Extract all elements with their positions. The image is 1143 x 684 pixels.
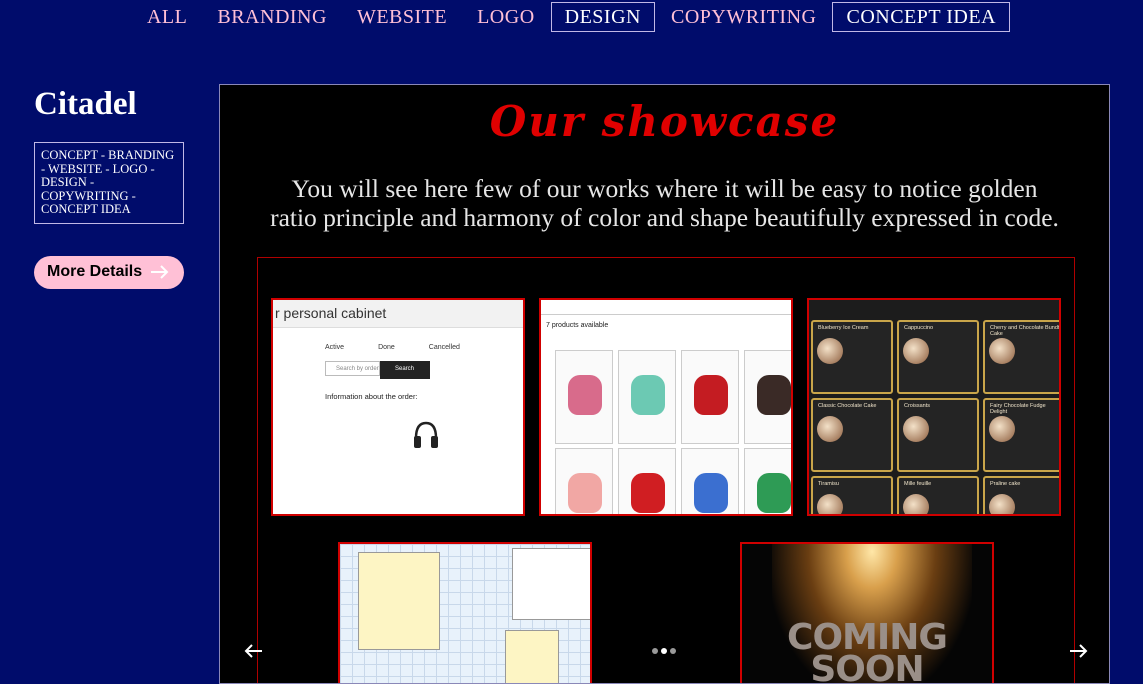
arrow-right-icon: [150, 265, 170, 279]
gallery-thumb-dessert-menu[interactable]: Blueberry Ice Cream Cappuccino Cherry an…: [807, 298, 1061, 516]
coming-soon-line-2: SOON: [810, 649, 924, 684]
menu-card: Blueberry Ice Cream: [811, 320, 893, 394]
cabinet-search: Search by order Search: [325, 361, 523, 379]
menu-item-name: Tiramisu: [818, 481, 839, 487]
gallery-thumb-personal-cabinet[interactable]: r personal cabinet Active Done Cancelled…: [271, 298, 525, 516]
cabinet-order-info: Information about the order:: [273, 379, 523, 402]
more-details-label: More Details: [47, 263, 143, 280]
menu-item-name: Croissants: [904, 403, 930, 409]
sticky-note: [505, 630, 559, 683]
menu-card: Cherry and Chocolate Bundt Cake: [983, 320, 1060, 394]
cabinet-search-button: Search: [380, 361, 430, 379]
product-card: [744, 350, 791, 444]
sticky-note: [358, 552, 440, 650]
menu-item-name: Cappuccino: [904, 325, 934, 331]
cabinet-header: r personal cabinet: [273, 300, 523, 328]
menu-card: Cappuccino: [897, 320, 979, 394]
project-title: Citadel: [34, 86, 137, 122]
nav-item-copywriting[interactable]: COPYWRITING: [657, 2, 831, 32]
gallery-thumb-yarn-shop[interactable]: 7 products available: [539, 298, 793, 516]
menu-item-name: Praline cake: [990, 481, 1021, 487]
product-card: [681, 448, 739, 514]
carousel-dots: [652, 648, 676, 654]
showcase-title: Our showcase: [489, 97, 840, 146]
description-line-2: ratio principle and harmony of color and…: [270, 203, 1059, 232]
menu-card: Mille feuille: [897, 476, 979, 514]
menu-item-name: Blueberry Ice Cream: [818, 325, 869, 331]
nav-item-branding[interactable]: BRANDING: [203, 2, 341, 32]
description-line-1: You will see here few of our works where…: [291, 174, 1038, 203]
more-details-button[interactable]: More Details: [34, 255, 184, 289]
menu-item-name: Fairy Chocolate Fudge Delight: [990, 403, 1046, 415]
menu-grid: Blueberry Ice Cream Cappuccino Cherry an…: [811, 320, 1060, 514]
sticky-note: [512, 548, 590, 620]
menu-card: Classic Chocolate Cake: [811, 398, 893, 472]
carousel-dot[interactable]: [652, 648, 658, 654]
nav-item-website[interactable]: WEBSITE: [343, 2, 461, 32]
menu-item-name: Mille feuille: [904, 481, 932, 487]
showcase-panel: Our showcase You will see here few of ou…: [219, 84, 1110, 684]
showcase-description: You will see here few of our works where…: [220, 174, 1109, 232]
menu-item-name: Classic Chocolate Cake: [818, 403, 877, 409]
cabinet-info-title: Information about the order:: [325, 392, 418, 401]
menu-card: Tiramisu: [811, 476, 893, 514]
menu-item-name: Cherry and Chocolate Bundt Cake: [990, 325, 1060, 337]
carousel-dot[interactable]: [670, 648, 676, 654]
nav-item-concept-idea[interactable]: CONCEPT IDEA: [832, 2, 1011, 32]
category-nav: ALL BRANDING WEBSITE LOGO DESIGN COPYWRI…: [0, 0, 1143, 34]
product-card: [681, 350, 739, 444]
nav-item-logo[interactable]: LOGO: [463, 2, 549, 32]
project-sidebar: Citadel CONCEPT - BRANDING - WEBSITE - L…: [34, 84, 194, 289]
shop-header: [541, 300, 791, 315]
cabinet-tabs: Active Done Cancelled: [273, 328, 523, 351]
shop-product-grid: [555, 350, 791, 514]
headphones-icon: [414, 421, 438, 448]
project-tags: CONCEPT - BRANDING - WEBSITE - LOGO - DE…: [34, 142, 184, 224]
carousel-prev-button[interactable]: [243, 643, 263, 664]
menu-card: Praline cake: [983, 476, 1059, 514]
coming-soon-text: COMING SOON: [742, 620, 992, 684]
product-card: [618, 350, 676, 444]
cabinet-search-input: Search by order: [325, 361, 380, 376]
arrow-right-icon: [1070, 644, 1088, 658]
menu-card: Croissants: [897, 398, 979, 472]
cabinet-tab: Active: [325, 344, 345, 351]
gallery-thumb-coming-soon[interactable]: COMING SOON: [740, 542, 994, 684]
arrow-left-icon: [244, 644, 262, 658]
carousel-next-button[interactable]: [1069, 643, 1089, 664]
cabinet-tab: Cancelled: [428, 344, 460, 351]
gallery-thumb-notes-board[interactable]: [338, 542, 592, 683]
shop-products-count: 7 products available: [546, 322, 609, 329]
nav-item-design[interactable]: DESIGN: [550, 2, 655, 32]
product-card: [555, 448, 613, 514]
product-card: [744, 448, 791, 514]
carousel-dot-active[interactable]: [661, 648, 667, 654]
product-card: [555, 350, 613, 444]
showcase-gallery: r personal cabinet Active Done Cancelled…: [257, 257, 1075, 684]
nav-item-all[interactable]: ALL: [133, 2, 201, 32]
menu-card: Fairy Chocolate Fudge Delight: [983, 398, 1059, 472]
cabinet-tab: Done: [378, 344, 395, 351]
product-card: [618, 448, 676, 514]
